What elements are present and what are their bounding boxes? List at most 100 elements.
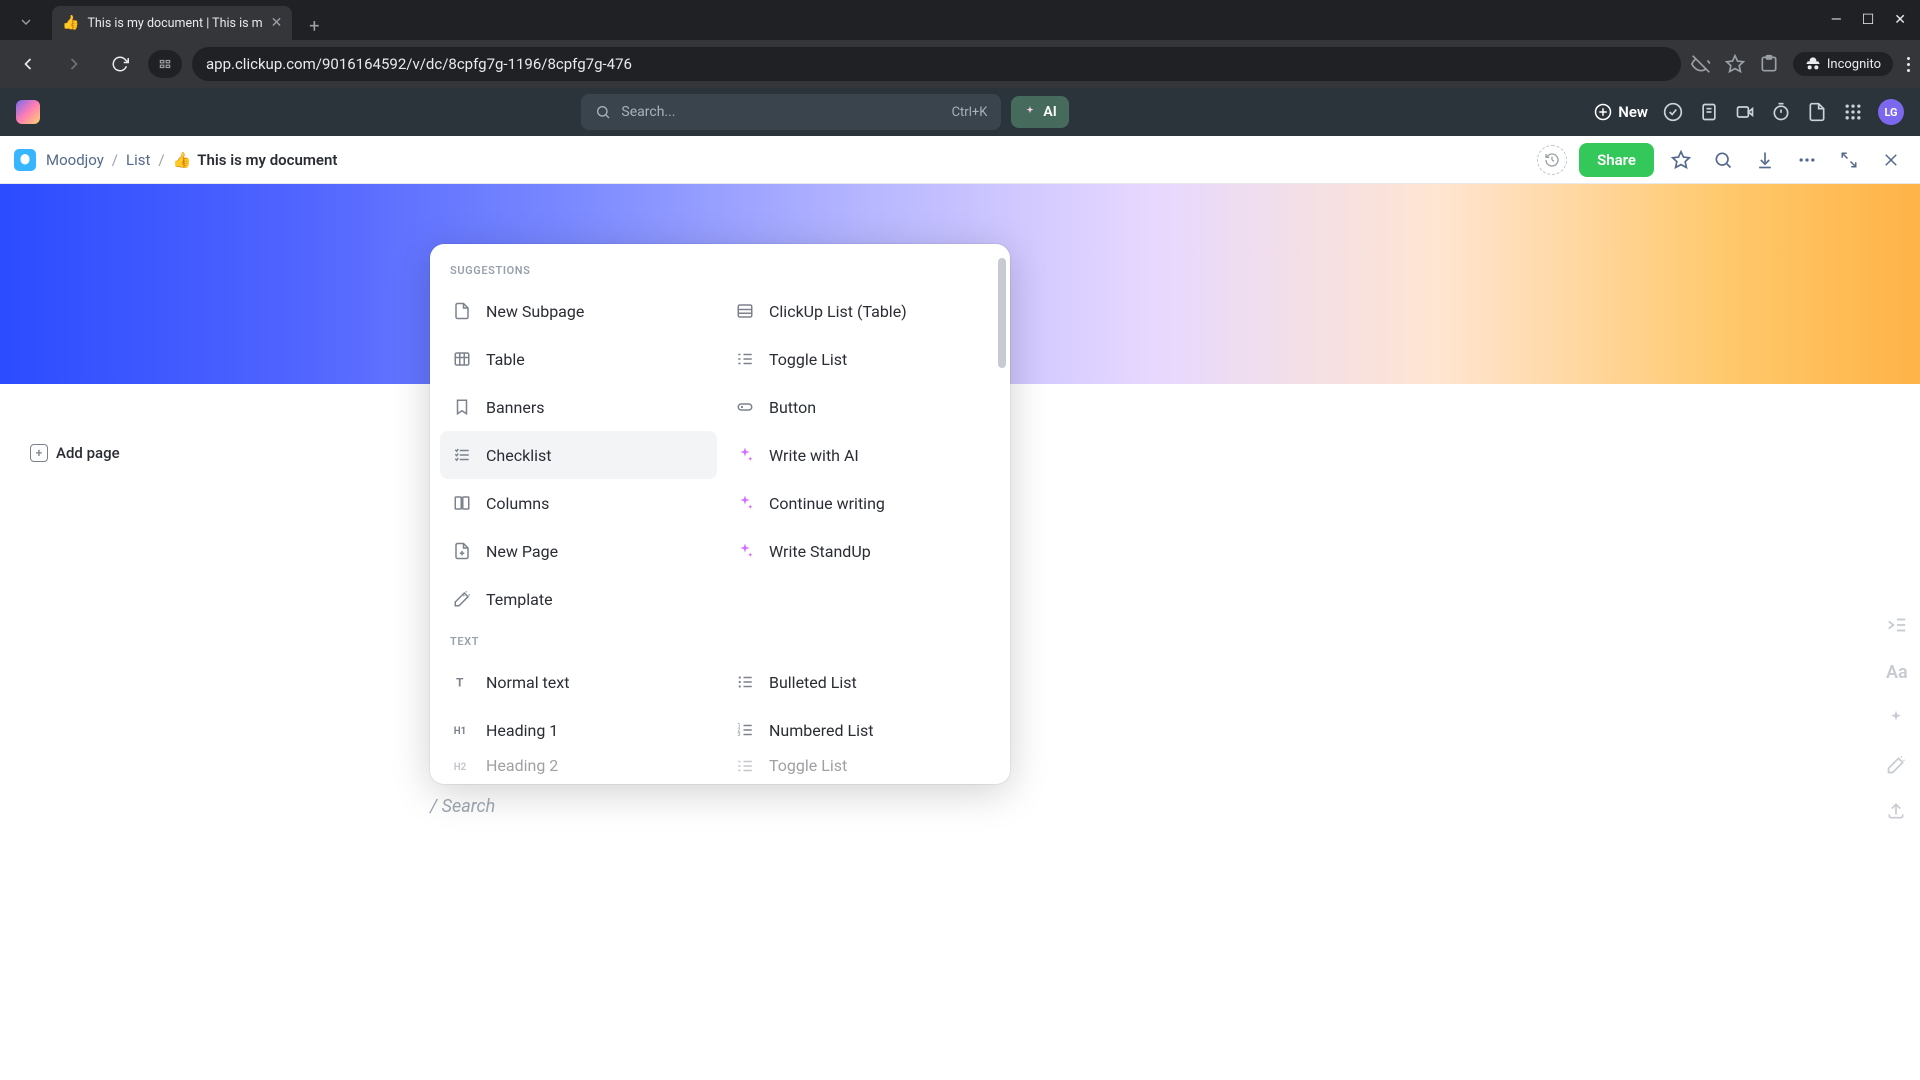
address-bar[interactable]: app.clickup.com/9016164592/v/dc/8cpfg7g-… <box>192 47 1681 81</box>
apps-grid-icon[interactable] <box>1842 101 1864 123</box>
check-circle-icon[interactable] <box>1662 101 1684 123</box>
browser-titlebar: 👍 This is my document | This is m ✕ + — … <box>0 0 1920 40</box>
download-icon[interactable] <box>1750 145 1780 175</box>
bookmark-star-icon[interactable] <box>1725 54 1745 74</box>
newpage-icon <box>452 541 472 561</box>
breadcrumb-list[interactable]: List <box>126 151 150 169</box>
share-button[interactable]: Share <box>1579 143 1654 177</box>
menu-item-banners[interactable]: Banners <box>440 383 717 431</box>
app-topbar: Search... Ctrl+K AI New LG <box>0 88 1920 136</box>
global-search-input[interactable]: Search... Ctrl+K <box>581 94 1001 130</box>
slash-command-popup: SUGGESTIONS New SubpageClickUp List (Tab… <box>430 244 1010 784</box>
collapse-icon[interactable] <box>1834 145 1864 175</box>
menu-item-label: New Page <box>486 542 558 561</box>
menu-item-label: Write StandUp <box>769 542 871 561</box>
incognito-chip[interactable]: Incognito <box>1793 52 1893 76</box>
window-maximize-icon[interactable]: ☐ <box>1862 12 1875 28</box>
notepad-icon[interactable] <box>1698 101 1720 123</box>
menu-item-write-standup[interactable]: Write StandUp <box>723 527 1000 575</box>
tablelist-icon <box>735 301 755 321</box>
history-icon[interactable] <box>1537 145 1567 175</box>
menu-item-table[interactable]: Table <box>440 335 717 383</box>
window-minimize-icon[interactable]: — <box>1831 12 1842 28</box>
tab-search-icon[interactable] <box>8 4 44 40</box>
forward-button[interactable] <box>56 46 92 82</box>
window-close-icon[interactable]: ✕ <box>1894 12 1906 28</box>
menu-item-toggle-list[interactable]: Toggle List <box>723 335 1000 383</box>
ai-icon <box>735 445 755 465</box>
breadcrumb-workspace[interactable]: Moodjoy <box>46 151 104 169</box>
clickup-logo-icon[interactable] <box>16 100 40 124</box>
find-icon[interactable] <box>1708 145 1738 175</box>
new-button[interactable]: New <box>1594 103 1648 121</box>
breadcrumb-sep: / <box>112 151 118 169</box>
ai-label: AI <box>1043 104 1056 120</box>
menu-item-new-subpage[interactable]: New Subpage <box>440 287 717 335</box>
browser-tab-title: This is my document | This is m <box>87 16 262 31</box>
url-text: app.clickup.com/9016164592/v/dc/8cpfg7g-… <box>206 55 632 73</box>
tab-favicon-icon: 👍 <box>62 15 79 31</box>
popup-scrollbar[interactable] <box>998 258 1006 770</box>
menu-item-clickup-list-table-[interactable]: ClickUp List (Table) <box>723 287 1000 335</box>
menu-item-checklist[interactable]: Checklist <box>440 431 717 479</box>
user-avatar[interactable]: LG <box>1878 99 1904 125</box>
video-icon[interactable] <box>1734 101 1756 123</box>
sparkle-rail-icon[interactable] <box>1886 709 1908 729</box>
new-tab-button[interactable]: + <box>300 12 328 40</box>
togglelist-icon <box>735 349 755 369</box>
menu-item-heading-1[interactable]: H1Heading 1 <box>440 706 717 754</box>
menu-item-template[interactable]: Template <box>440 575 717 623</box>
site-info-icon[interactable] <box>148 50 182 78</box>
popup-scrollbar-thumb[interactable] <box>998 258 1006 368</box>
close-tab-icon[interactable]: ✕ <box>271 15 283 31</box>
close-panel-icon[interactable] <box>1876 145 1906 175</box>
menu-item-toggle-list[interactable]: Toggle List <box>723 754 1000 778</box>
bookmark-icon <box>452 397 472 417</box>
menu-item-bulleted-list[interactable]: Bulleted List <box>723 658 1000 706</box>
add-page-button[interactable]: + Add page <box>30 444 120 462</box>
wand-icon <box>452 589 472 609</box>
h2-icon: H2 <box>452 756 472 776</box>
share-label: Share <box>1597 151 1636 169</box>
indent-icon[interactable] <box>1886 614 1908 636</box>
back-button[interactable] <box>10 46 46 82</box>
menu-item-continue-writing[interactable]: Continue writing <box>723 479 1000 527</box>
more-menu-icon[interactable] <box>1792 145 1822 175</box>
bulleted-icon <box>735 672 755 692</box>
doc-icon[interactable] <box>1806 101 1828 123</box>
favorite-star-icon[interactable] <box>1666 145 1696 175</box>
menu-item-label: Write with AI <box>769 446 859 465</box>
menu-item-write-with-ai[interactable]: Write with AI <box>723 431 1000 479</box>
add-page-label: Add page <box>56 444 120 462</box>
menu-item-button[interactable]: Button <box>723 383 1000 431</box>
popup-section-suggestions: SUGGESTIONS <box>440 258 1000 287</box>
wand-rail-icon[interactable] <box>1886 755 1908 775</box>
ai-button[interactable]: AI <box>1011 96 1068 128</box>
menu-item-new-page[interactable]: New Page <box>440 527 717 575</box>
search-shortcut: Ctrl+K <box>952 105 988 120</box>
extensions-icon[interactable] <box>1759 54 1779 74</box>
slash-search-hint[interactable]: / Search <box>430 796 495 817</box>
browser-tab[interactable]: 👍 This is my document | This is m ✕ <box>52 6 292 40</box>
togglelist-icon <box>735 756 755 776</box>
chrome-menu-icon[interactable] <box>1907 57 1910 72</box>
menu-item-label: Heading 1 <box>486 721 558 740</box>
svg-text:3: 3 <box>738 732 741 738</box>
menu-item-label: Toggle List <box>769 756 847 775</box>
checklist-icon <box>452 445 472 465</box>
menu-item-numbered-list[interactable]: 123Numbered List <box>723 706 1000 754</box>
workspace-icon[interactable] <box>14 149 36 171</box>
menu-item-columns[interactable]: Columns <box>440 479 717 527</box>
reload-button[interactable] <box>102 46 138 82</box>
menu-item-label: Table <box>486 350 525 369</box>
menu-item-heading-2[interactable]: H2 Heading 2 <box>440 754 717 778</box>
new-label: New <box>1618 103 1648 121</box>
eye-off-icon[interactable] <box>1691 54 1711 74</box>
timer-icon[interactable] <box>1770 101 1792 123</box>
menu-item-label: Numbered List <box>769 721 873 740</box>
menu-item-normal-text[interactable]: TNormal text <box>440 658 717 706</box>
typography-icon[interactable]: Aa <box>1886 662 1908 683</box>
plus-circle-icon <box>1594 103 1612 121</box>
menu-item-label: Heading 2 <box>486 756 558 775</box>
export-rail-icon[interactable] <box>1886 801 1908 821</box>
